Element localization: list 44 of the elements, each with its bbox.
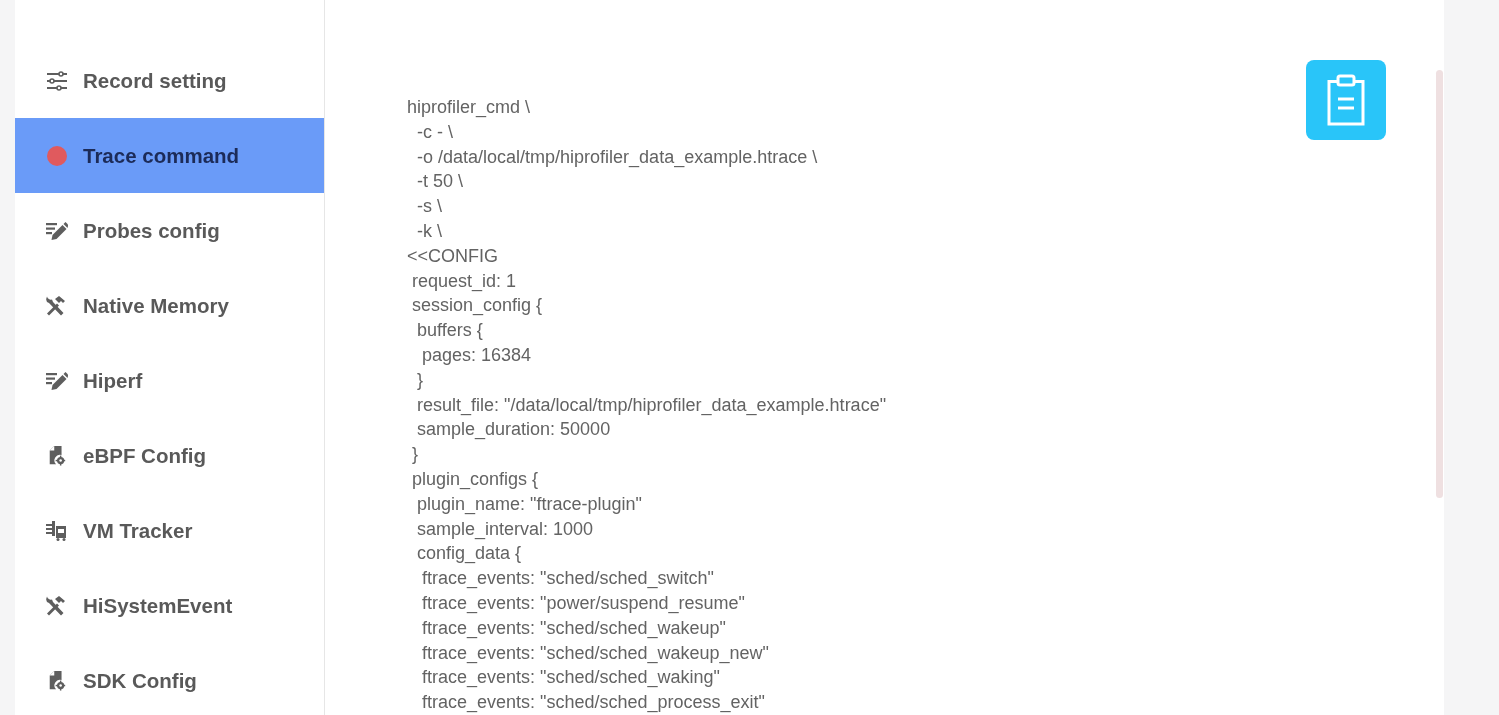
sidebar-item[interactable]: Record setting xyxy=(15,43,324,118)
pencil-lines-icon xyxy=(46,370,68,391)
scrollbar-thumb[interactable] xyxy=(1436,70,1443,498)
code-line: -c - \ xyxy=(416,121,453,142)
code-line: sample_interval: 1000 xyxy=(416,518,594,539)
record-dot-icon xyxy=(46,145,68,166)
sidebar-item[interactable]: HiSystemEvent xyxy=(15,568,324,643)
code-line: ftrace_events: "sched/sched_wakeup_new" xyxy=(421,642,769,663)
pencil-lines-icon xyxy=(46,220,68,241)
sidebar-item[interactable]: SDK Config xyxy=(15,643,324,715)
code-line: -k \ xyxy=(416,221,442,241)
code-line: -t 50 \ xyxy=(416,171,464,192)
hammer-wrench-icon xyxy=(46,595,68,616)
clipboard-icon xyxy=(1326,74,1366,126)
code-line: session_config { xyxy=(411,295,543,316)
sidebar-item[interactable]: VM Tracker xyxy=(15,493,324,568)
code-line: } xyxy=(411,444,418,465)
code-line: } xyxy=(416,369,423,390)
sidebar-item[interactable]: Native Memory xyxy=(15,268,324,343)
copy-button[interactable] xyxy=(1306,60,1386,140)
code-line: <<CONFIG xyxy=(407,245,499,266)
code-line: sample_duration: 50000 xyxy=(416,419,611,440)
code-line: ftrace_events: "sched/sched_process_exit" xyxy=(421,692,765,713)
sidebar-item[interactable]: Hiperf xyxy=(15,343,324,418)
code-line: config_data { xyxy=(416,543,522,564)
code-line: buffers { xyxy=(416,320,483,341)
code-line: ftrace_events: "sched/sched_switch" xyxy=(421,568,714,589)
code-line: -o /data/local/tmp/hiprofiler_data_example.htrace \ xyxy=(416,146,818,167)
code-line: ftrace_events: "sched/sched_waking" xyxy=(421,667,720,688)
sliders-icon xyxy=(46,70,68,91)
sidebar-item[interactable]: eBPF Config xyxy=(15,418,324,493)
truck-lines-icon xyxy=(46,520,68,541)
code-line: pages: 16384 xyxy=(421,344,532,365)
code-line: ftrace_events: "power/suspend_resume" xyxy=(421,592,745,613)
code-line: -s \ xyxy=(416,196,442,217)
hammer-wrench-icon xyxy=(46,295,68,316)
code-line: plugin_name: "ftrace-plugin" xyxy=(416,493,642,514)
code-line: hiprofiler_cmd \ xyxy=(407,97,531,117)
code-line: ftrace_events: "sched/sched_wakeup" xyxy=(421,617,726,638)
code-line: plugin_configs { xyxy=(411,468,539,489)
sidebar-item[interactable]: Trace command xyxy=(15,118,324,193)
sidebar-item[interactable]: Probes config xyxy=(15,193,324,268)
code-line: request_id: 1 xyxy=(411,270,517,291)
code-line: result_file: "/data/local/tmp/hiprofiler_data_example.htrace" xyxy=(416,394,887,415)
